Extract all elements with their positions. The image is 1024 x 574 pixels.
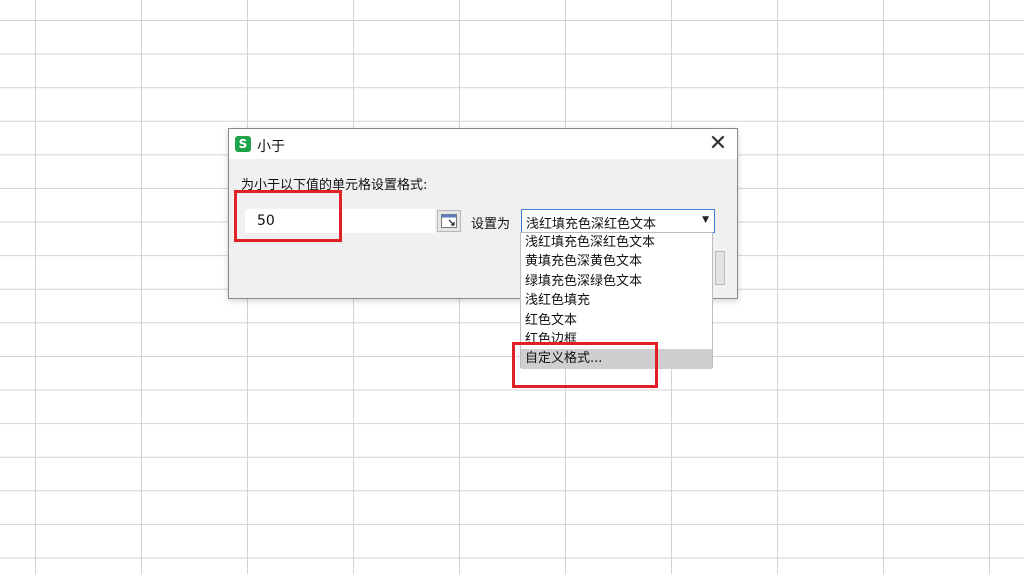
format-select[interactable]: 浅红填充色深红色文本 ▼ xyxy=(521,209,715,233)
set-as-label: 设置为 xyxy=(471,217,511,232)
cell-reference-button[interactable] xyxy=(437,210,461,232)
dropdown-option[interactable]: 黄填充色深黄色文本 xyxy=(521,252,712,271)
chevron-down-icon: ▼ xyxy=(702,215,709,225)
dropdown-option[interactable]: 浅红填充色深红色文本 xyxy=(521,233,712,252)
wps-spreadsheet-app-icon: S xyxy=(235,136,251,152)
annotation-box-custom-format xyxy=(512,342,658,388)
format-select-value: 浅红填充色深红色文本 xyxy=(526,217,657,232)
dropdown-option[interactable]: 红色文本 xyxy=(521,311,712,330)
close-icon[interactable]: ✕ xyxy=(705,131,731,157)
dialog-titlebar: S 小于 ✕ xyxy=(229,129,737,159)
partially-hidden-button[interactable] xyxy=(715,251,725,285)
dialog-title: 小于 xyxy=(257,139,285,155)
range-select-icon xyxy=(441,214,457,228)
dropdown-option[interactable]: 绿填充色深绿色文本 xyxy=(521,272,712,291)
dropdown-option[interactable]: 浅红色填充 xyxy=(521,291,712,310)
annotation-box-value xyxy=(234,190,342,242)
